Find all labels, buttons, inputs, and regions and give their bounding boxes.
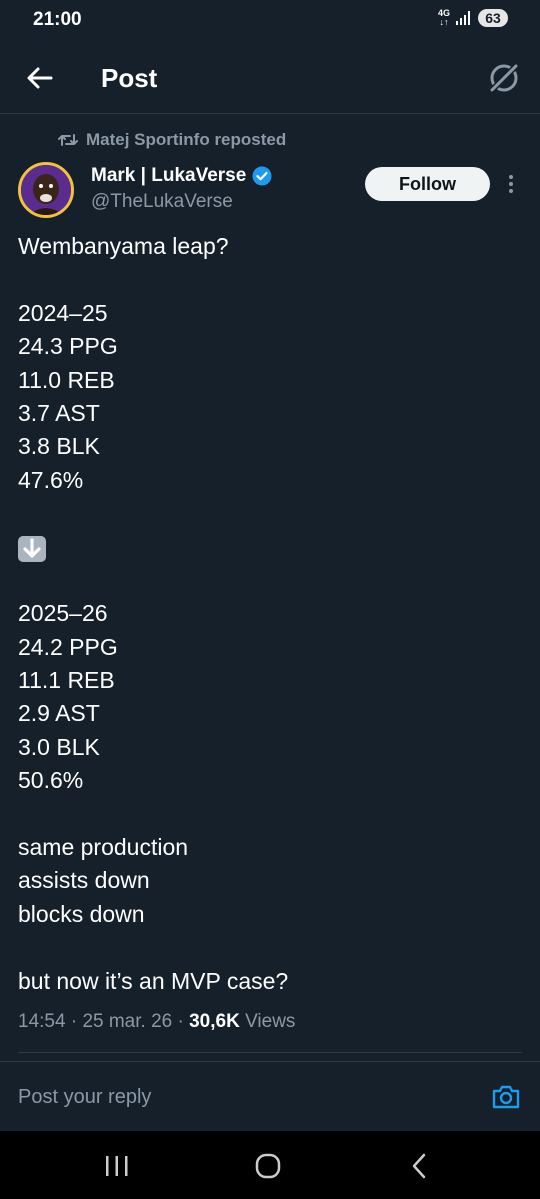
post-text-line: 3.0 BLK	[18, 733, 100, 760]
post-text-line	[18, 497, 518, 530]
reply-input[interactable]	[18, 1082, 418, 1112]
avatar-image	[21, 165, 71, 215]
verified-badge-icon	[252, 166, 272, 186]
avatar[interactable]	[18, 162, 74, 218]
top-app-bar: Post	[0, 42, 540, 114]
author-row: Mark | LukaVerse @TheLukaVerse Follow	[18, 160, 528, 220]
back-icon[interactable]	[402, 1151, 438, 1181]
post-text-line: 47.6%	[18, 466, 84, 493]
meta-separator: ·	[177, 1011, 190, 1032]
views-count[interactable]: 30,6K	[189, 1011, 240, 1032]
system-navigation-bar	[0, 1131, 540, 1199]
post-text-line	[18, 931, 518, 964]
post-date: 25 mar. 26	[82, 1011, 173, 1032]
post-text-line: 11.1 REB	[18, 667, 115, 694]
network-indicator: 4G ↓↑	[438, 9, 450, 27]
post-meta: 14:54 · 25 mar. 26 · 30,6K Views	[18, 1011, 295, 1033]
battery-indicator: 63	[478, 9, 508, 27]
post-text-line: 2.9 AST	[18, 700, 100, 727]
post-time: 14:54	[18, 1011, 66, 1032]
status-indicators: 4G ↓↑ 63	[438, 9, 508, 27]
home-icon[interactable]	[250, 1151, 286, 1181]
divider	[18, 1052, 522, 1053]
post-text-line: 24.2 PPG	[18, 633, 118, 660]
post-text-line: same production	[18, 834, 189, 861]
post-text-line: Wembanyama leap?	[18, 233, 229, 259]
data-arrows-icon: ↓↑	[439, 17, 449, 27]
post-text-line: 11.0 REB	[18, 366, 115, 393]
post-text-line: blocks down	[18, 900, 145, 927]
post-text-line: 3.7 AST	[18, 399, 100, 426]
post-text-line: 50.6%	[18, 767, 84, 794]
repost-text: Matej Sportinfo reposted	[86, 130, 287, 149]
camera-icon[interactable]	[491, 1082, 521, 1112]
back-arrow-icon[interactable]	[24, 62, 56, 94]
post-text-line	[18, 531, 518, 564]
follow-button[interactable]: Follow	[365, 167, 490, 201]
reply-bar	[0, 1061, 540, 1131]
page-title: Post	[101, 63, 158, 93]
post-text: Wembanyama leap? 2024–25 24.3 PPG 11.0 REB 3…	[18, 230, 518, 998]
signal-icon	[456, 11, 470, 25]
views-label: Views	[245, 1011, 296, 1032]
author-name: Mark | LukaVerse	[91, 165, 247, 186]
down-arrow-emoji-icon	[18, 535, 46, 562]
post-text-line: assists down	[18, 867, 150, 894]
post-text-line: 3.8 BLK	[18, 433, 100, 460]
post-text-line: 2024–25	[18, 299, 108, 326]
post-text-line	[18, 798, 518, 831]
post-text-line	[18, 564, 518, 597]
status-bar: 21:00 4G ↓↑ 63	[0, 0, 540, 42]
post-text-line	[18, 263, 518, 296]
grok-icon[interactable]	[484, 58, 524, 98]
repost-icon	[58, 134, 78, 146]
recent-apps-icon[interactable]	[99, 1151, 135, 1181]
status-time: 21:00	[33, 9, 82, 30]
post-text-line: 2025–26	[18, 600, 108, 627]
author-handle[interactable]: @TheLukaVerse	[91, 191, 233, 213]
post-text-line: but now it’s an MVP case?	[18, 967, 289, 994]
more-vertical-icon[interactable]	[501, 172, 521, 196]
post-text-line: 24.3 PPG	[18, 333, 118, 360]
author-name-row[interactable]: Mark | LukaVerse	[91, 165, 272, 187]
repost-indicator[interactable]: Matej Sportinfo reposted	[58, 130, 286, 150]
meta-separator: ·	[70, 1011, 83, 1032]
